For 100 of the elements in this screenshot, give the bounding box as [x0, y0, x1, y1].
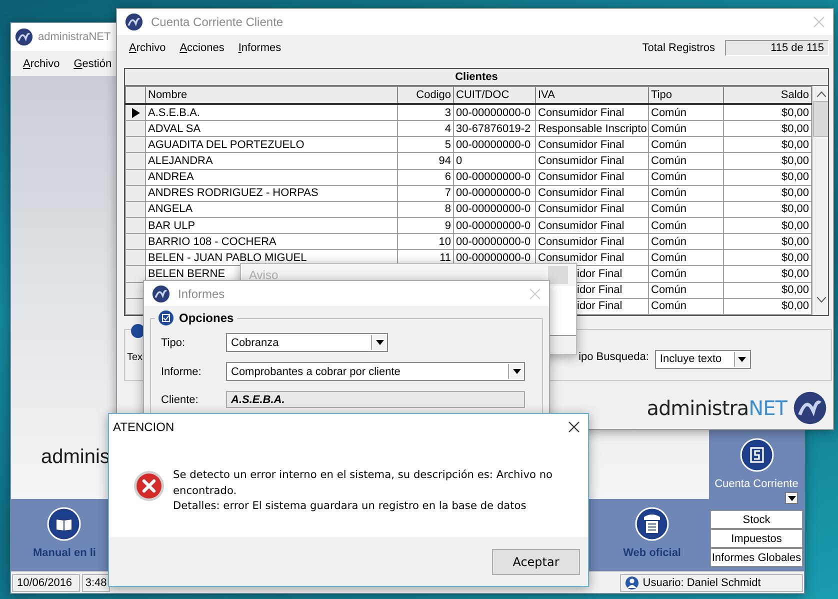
- menu-item[interactable]: Acciones: [180, 42, 224, 54]
- window-button[interactable]: [548, 266, 568, 284]
- table-cell: 3: [398, 104, 454, 121]
- column-header[interactable]: Saldo: [724, 86, 812, 104]
- search-type-label: ipo Busqueda:: [578, 351, 649, 363]
- dropdown-button[interactable]: [785, 492, 798, 504]
- table-cell: BAR ULP: [146, 218, 398, 234]
- table-cell: Común: [648, 201, 724, 218]
- table-cell: Consumidor Final: [536, 185, 648, 202]
- menu-item[interactable]: Gestión: [74, 58, 112, 70]
- column-header[interactable]: Nombre: [146, 86, 398, 104]
- app-logo-icon: [125, 13, 143, 31]
- menu-item[interactable]: Informes: [238, 42, 282, 54]
- field-label: Informe:: [161, 366, 202, 378]
- bill-icon: [740, 438, 774, 472]
- accept-button[interactable]: Aceptar: [492, 548, 580, 574]
- menu-item[interactable]: Archivo: [23, 58, 60, 70]
- dialog-title: ATENCION: [113, 420, 176, 434]
- table-cell: AGUADITA DEL PORTEZUELO: [146, 136, 398, 153]
- field-label: Tipo:: [161, 336, 186, 348]
- scrollbar[interactable]: [812, 86, 828, 315]
- menu-item[interactable]: Archivo: [129, 42, 166, 54]
- table-cell: ALEJANDRA: [146, 152, 398, 170]
- table-cell: $0,00: [724, 136, 812, 153]
- app-logo-icon: [793, 391, 827, 425]
- table-cell: 0: [454, 152, 536, 170]
- module-button[interactable]: Impuestos: [710, 529, 803, 548]
- user-icon: [624, 576, 639, 590]
- table-cell: 10: [398, 234, 454, 250]
- table-cell: Común: [648, 250, 724, 266]
- window-title: Informes: [178, 286, 226, 300]
- column-header[interactable]: IVA: [536, 86, 648, 104]
- search-type-dropdown[interactable]: Incluye texto: [654, 350, 751, 368]
- window-title: Cuenta Corriente Cliente: [151, 15, 284, 29]
- table-cell: $0,00: [724, 218, 812, 234]
- table-cell: A.S.E.B.A.: [146, 104, 398, 121]
- app-logo-icon: [15, 28, 33, 46]
- scroll-down-icon[interactable]: [817, 297, 826, 303]
- table-cell: Común: [648, 185, 724, 202]
- web-page-icon: [635, 507, 670, 541]
- table-cell: ANDREA: [146, 169, 398, 186]
- table-cell: Común: [648, 266, 724, 282]
- status-date: 10/06/2016: [12, 574, 80, 592]
- table-cell: ADVAL SA: [146, 120, 398, 137]
- caret-icon: [512, 369, 520, 374]
- logo-wordmark: administraNET: [646, 396, 787, 420]
- table-cell: $0,00: [724, 234, 812, 250]
- scroll-up-icon[interactable]: [817, 91, 826, 97]
- table-cell: 9: [398, 218, 454, 234]
- table-cell: 6: [398, 169, 454, 186]
- column-header[interactable]: CUIT/DOC: [454, 86, 536, 104]
- table-cell: 00-00000000-0: [454, 201, 536, 218]
- table-cell: ANDRES RODRIGUEZ - HORPAS: [146, 185, 398, 202]
- total-label: Total Registros: [642, 42, 715, 54]
- error-message: Detalles: error El sistema guardara un registro en la base de datos: [173, 499, 528, 514]
- total-field: 115 de 115: [725, 40, 829, 56]
- table-cell: Común: [648, 120, 724, 137]
- caret-icon: [376, 340, 384, 345]
- table-cell: 8: [398, 201, 454, 218]
- table-cell: $0,00: [724, 152, 812, 170]
- scroll-thumb[interactable]: [813, 101, 828, 137]
- module-button[interactable]: Stock: [710, 510, 803, 529]
- row-indicator[interactable]: [126, 104, 146, 121]
- error-icon: [133, 470, 165, 502]
- table-cell: $0,00: [724, 298, 812, 314]
- current-row-icon: [132, 108, 140, 118]
- module-tile[interactable]: Cuenta Corriente: [709, 438, 804, 490]
- checklist-icon: [158, 310, 174, 326]
- table-cell: 00-00000000-0: [454, 136, 536, 153]
- table-cell: Común: [648, 298, 724, 314]
- table-cell: 00-00000000-0: [454, 104, 536, 121]
- table-cell: Consumidor Final: [536, 234, 648, 250]
- table-cell: Responsable Inscripto: [536, 120, 648, 137]
- dropdown-field[interactable]: Cobranza: [226, 333, 388, 352]
- table-cell: $0,00: [724, 282, 812, 298]
- table-cell: Consumidor Final: [536, 136, 648, 153]
- app-logo-icon: [152, 284, 170, 302]
- table-cell: 4: [398, 120, 454, 137]
- column-header[interactable]: Codigo: [398, 86, 454, 104]
- table-cell: BARRIO 108 - COCHERA: [146, 234, 398, 250]
- table-cell: Común: [648, 169, 724, 186]
- table-cell: 94: [398, 152, 454, 170]
- table-cell: Común: [648, 136, 724, 153]
- module-button[interactable]: Informes Globales: [710, 548, 803, 567]
- table-cell: $0,00: [724, 169, 812, 186]
- table-cell: Consumidor Final: [536, 104, 648, 121]
- book-icon: [47, 507, 82, 541]
- close-icon[interactable]: [568, 421, 580, 433]
- window-title: Aviso: [249, 268, 280, 282]
- client-field: A.S.E.B.A.: [226, 391, 525, 408]
- table-cell: Consumidor Final: [536, 169, 648, 186]
- table-cell: $0,00: [724, 201, 812, 218]
- dropdown-field[interactable]: Comprobantes a cobrar por cliente: [226, 362, 525, 381]
- logo-wordmark: adminis: [41, 446, 110, 469]
- table-cell: $0,00: [724, 120, 812, 137]
- table-cell: 00-00000000-0: [454, 234, 536, 250]
- table-cell: ANGELA: [146, 201, 398, 218]
- table-cell: 00-00000000-0: [454, 185, 536, 202]
- table-cell: Consumidor Final: [536, 152, 648, 170]
- column-header[interactable]: Tipo: [648, 86, 724, 104]
